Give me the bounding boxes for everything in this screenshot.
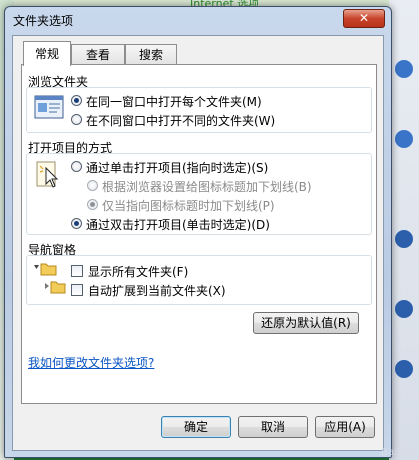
desktop-icon	[395, 360, 413, 378]
radio-single-click[interactable]	[71, 161, 82, 172]
radio-same-window[interactable]	[71, 95, 82, 106]
radio-underline-point[interactable]	[87, 199, 98, 210]
desktop-icon	[395, 60, 413, 78]
tab-panel-general: 浏览文件夹 在同一窗口中打开每个文件夹(M) 在不同窗口中打开不同的文件夹(W)…	[21, 64, 377, 404]
close-button[interactable]: ✕	[343, 9, 385, 28]
label-underline-point[interactable]: 仅当指向图标标题时加下划线(P)	[102, 197, 275, 214]
tab-general[interactable]: 常规	[23, 41, 71, 66]
label-new-window[interactable]: 在不同窗口中打开不同的文件夹(W)	[86, 112, 275, 129]
label-underline-browser[interactable]: 根据浏览器设置给图标标题加下划线(B)	[102, 178, 312, 195]
folder-options-dialog: 文件夹选项 ✕ 常规 查看 搜索 浏览文件夹 在同一窗口中打开每个文件夹(M)	[4, 6, 392, 458]
cancel-button[interactable]: 取消	[238, 416, 308, 438]
radio-new-window[interactable]	[71, 114, 82, 125]
tab-search[interactable]: 搜索	[125, 44, 177, 65]
label-auto-expand[interactable]: 自动扩展到当前文件夹(X)	[88, 282, 226, 299]
radio-double-click[interactable]	[71, 218, 82, 229]
desktop-icon	[395, 230, 413, 248]
window-layout-icon	[34, 94, 64, 120]
tab-view[interactable]: 查看	[71, 44, 125, 65]
watermark: Bai经验	[381, 447, 417, 458]
dialog-title: 文件夹选项	[13, 14, 74, 28]
apply-button[interactable]: 应用(A)	[315, 416, 375, 438]
desktop-icon	[395, 300, 413, 318]
ok-button[interactable]: 确定	[161, 416, 231, 438]
cursor-click-icon	[34, 160, 64, 190]
radio-underline-browser[interactable]	[87, 180, 98, 191]
desktop-right-strip	[389, 0, 419, 460]
checkbox-show-all-folders[interactable]	[71, 265, 83, 277]
dialog-client-area: 常规 查看 搜索 浏览文件夹 在同一窗口中打开每个文件夹(M) 在不同窗口中打开…	[12, 35, 384, 451]
restore-defaults-button[interactable]: 还原为默认值(R)	[253, 312, 359, 334]
label-double-click[interactable]: 通过双击打开项目(单击时选定)(D)	[86, 216, 270, 233]
checkbox-auto-expand[interactable]	[71, 284, 83, 296]
label-same-window[interactable]: 在同一窗口中打开每个文件夹(M)	[86, 93, 262, 110]
help-link[interactable]: 我如何更改文件夹选项?	[28, 354, 154, 371]
desktop-icon	[395, 130, 413, 148]
label-single-click[interactable]: 通过单击打开项目(指向时选定)(S)	[86, 159, 268, 176]
folder-tree-icon	[32, 262, 66, 298]
label-show-all-folders[interactable]: 显示所有文件夹(F)	[88, 263, 188, 280]
